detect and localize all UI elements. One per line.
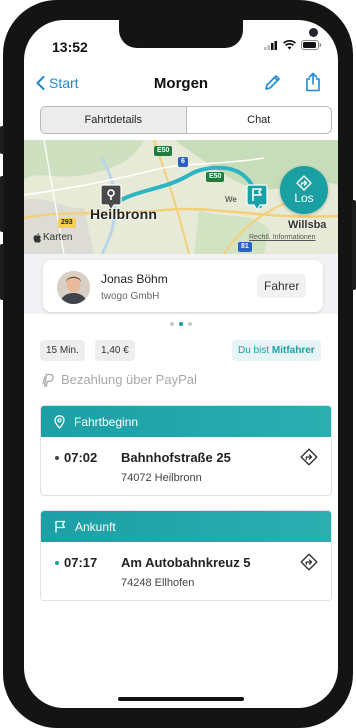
page-title: Morgen	[153, 75, 209, 92]
legal-info-link[interactable]: Rechtl. Informationen	[249, 234, 316, 241]
mute-switch	[0, 126, 4, 154]
status-time: 13:52	[52, 39, 88, 55]
arrival-directions-button[interactable]	[300, 553, 318, 576]
map-village-label: We	[225, 195, 237, 204]
road-shield: E50	[206, 172, 225, 182]
page-dot	[188, 322, 192, 326]
volume-up-button	[0, 176, 4, 232]
start-city: 74072 Heilbronn	[121, 472, 202, 484]
signal-icon	[264, 41, 277, 50]
share-icon	[306, 72, 320, 92]
map-city-label: Heilbronn	[90, 206, 158, 222]
home-indicator[interactable]	[118, 697, 244, 701]
flag-icon	[246, 184, 268, 212]
bullet	[55, 560, 59, 565]
screen: 13:52 Start Morgen Fahrtdetails Chat E50…	[24, 20, 338, 708]
paypal-icon	[42, 373, 54, 387]
road-shield: 81	[238, 242, 252, 252]
passenger-role-chip: Du bist Mitfahrer	[232, 340, 321, 361]
arrival-body: 07:17 Am Autobahnkreuz 5 74248 Ellhofen	[41, 542, 331, 600]
avatar	[57, 271, 90, 304]
start-heading: Fahrtbeginn	[74, 414, 139, 429]
duration-chip: 15 Min.	[40, 340, 85, 361]
page-dot-active	[179, 322, 183, 326]
go-button[interactable]: Los	[280, 166, 328, 214]
directions-icon	[300, 448, 318, 466]
price-chip: 1,40 €	[95, 340, 135, 361]
nav-bar: Start Morgen	[24, 70, 338, 100]
route-map[interactable]: E50 6 E50 293 81 Heilbronn We Willsba Ka…	[24, 140, 338, 254]
arrival-city: 74248 Ellhofen	[121, 577, 195, 589]
start-street: Bahnhofstraße 25	[121, 450, 231, 465]
notch	[119, 20, 318, 48]
role-prefix: Du bist	[238, 345, 270, 356]
status-icons	[264, 40, 322, 50]
avatar-image	[57, 271, 90, 304]
power-button	[352, 200, 356, 290]
wifi-icon	[283, 40, 296, 50]
map-town-label: Willsba	[288, 219, 327, 231]
bullet	[55, 455, 59, 460]
directions-icon	[296, 175, 312, 191]
camera	[309, 28, 318, 37]
arrival-header: Ankunft	[41, 511, 331, 542]
directions-icon	[300, 553, 318, 571]
driver-carousel[interactable]: Jonas Böhm twogo GmbH Fahrer	[24, 254, 338, 314]
page-indicator[interactable]	[24, 322, 338, 326]
pin-icon	[54, 414, 65, 429]
volume-down-button	[0, 244, 4, 300]
start-card[interactable]: Fahrtbeginn 07:02 Bahnhofstraße 25 74072…	[40, 405, 332, 496]
tab-fahrtdetails[interactable]: Fahrtdetails	[41, 107, 187, 133]
driver-company: twogo GmbH	[101, 291, 160, 302]
road-shield: 293	[58, 218, 76, 228]
arrival-street: Am Autobahnkreuz 5	[121, 555, 251, 570]
arrival-time-value: 07:17	[64, 555, 98, 570]
start-header: Fahrtbeginn	[41, 406, 331, 437]
arrival-time: 07:17	[55, 555, 97, 570]
payment-label: Bezahlung über PayPal	[61, 372, 197, 387]
start-time-value: 07:02	[64, 450, 98, 465]
flag-icon	[55, 520, 66, 533]
driver-card[interactable]: Jonas Böhm twogo GmbH Fahrer	[43, 260, 323, 312]
arrival-card[interactable]: Ankunft 07:17 Am Autobahnkreuz 5 74248 E…	[40, 510, 332, 601]
edit-button[interactable]	[264, 74, 280, 96]
start-body: 07:02 Bahnhofstraße 25 74072 Heilbronn	[41, 437, 331, 495]
arrival-heading: Ankunft	[75, 519, 116, 534]
maps-attribution: Karten	[33, 232, 72, 243]
go-button-label: Los	[294, 191, 314, 205]
start-time: 07:02	[55, 450, 97, 465]
role-value: Mitfahrer	[271, 345, 315, 356]
driver-role-badge: Fahrer	[257, 274, 307, 298]
start-directions-button[interactable]	[300, 448, 318, 471]
road-shield: E50	[154, 146, 173, 156]
tab-chat[interactable]: Chat	[187, 107, 332, 133]
phone-frame: 13:52 Start Morgen Fahrtdetails Chat E50…	[0, 0, 356, 728]
driver-name: Jonas Böhm	[101, 272, 168, 286]
battery-icon	[301, 40, 322, 50]
pencil-icon	[265, 75, 280, 90]
maps-brand-label: Karten	[43, 232, 73, 243]
share-button[interactable]	[305, 72, 321, 97]
road-shield: 6	[178, 157, 188, 167]
segmented-control: Fahrtdetails Chat	[40, 106, 332, 134]
page-dot	[170, 322, 174, 326]
apple-icon	[33, 232, 41, 243]
payment-method: Bezahlung über PayPal	[42, 372, 197, 387]
